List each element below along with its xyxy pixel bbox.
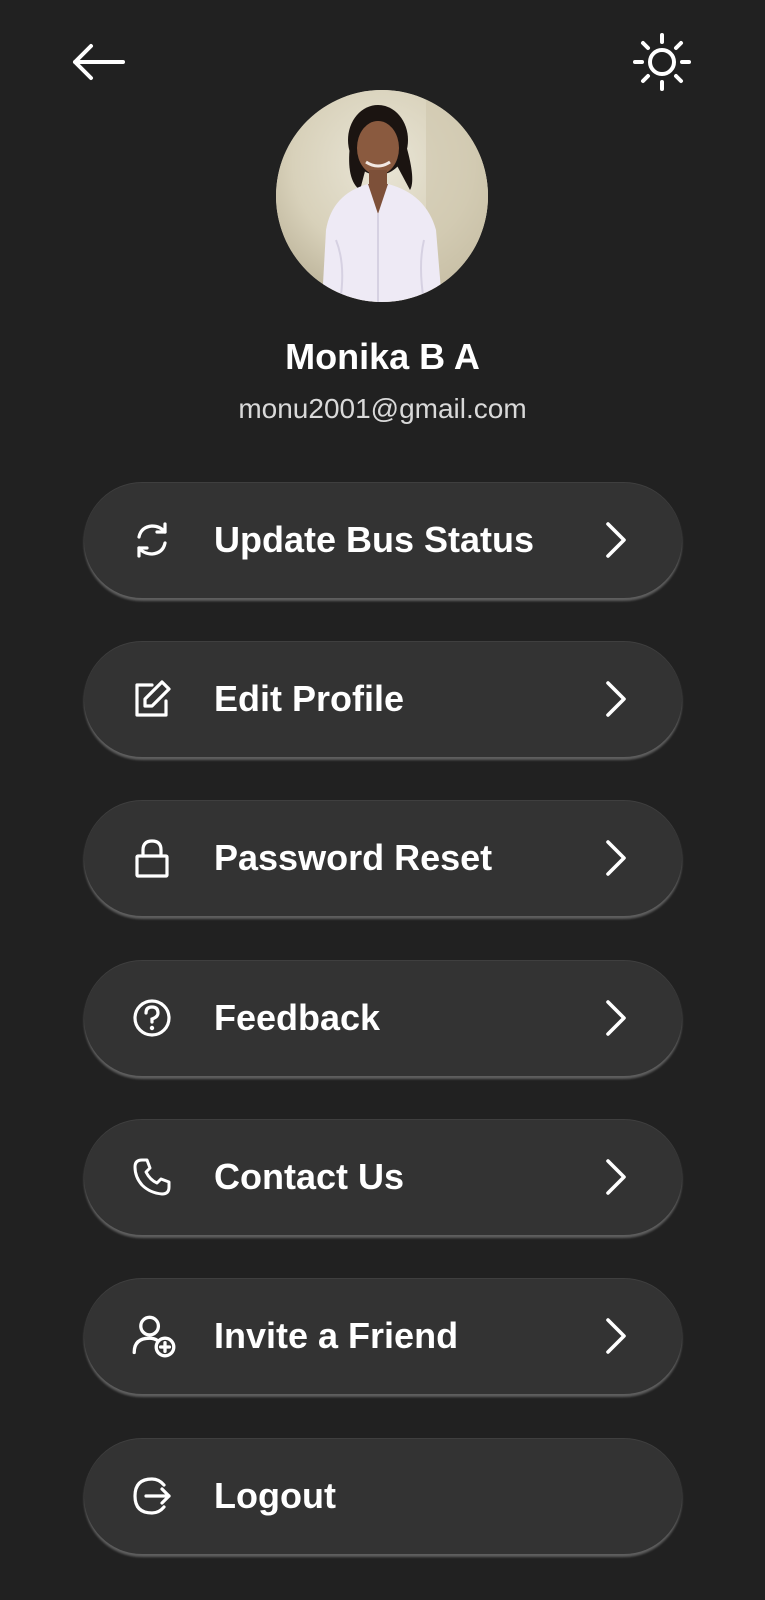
- back-button[interactable]: [66, 34, 130, 90]
- chevron-right-icon: [606, 1159, 626, 1195]
- contact-us-button[interactable]: Contact Us: [84, 1119, 682, 1235]
- avatar-photo: [276, 90, 488, 302]
- menu-item-label: Feedback: [214, 997, 381, 1038]
- invite-friend-button[interactable]: Invite a Friend: [84, 1278, 682, 1394]
- theme-toggle-button[interactable]: [630, 30, 694, 94]
- arrow-left-icon: [73, 44, 125, 80]
- user-email: monu2001@gmail.com: [238, 393, 527, 424]
- chevron-right-icon: [606, 1318, 626, 1354]
- user-name: Monika B A: [285, 336, 480, 377]
- logout-button[interactable]: Logout: [84, 1438, 682, 1554]
- phone-icon: [133, 1158, 171, 1196]
- password-reset-button[interactable]: Password Reset: [84, 800, 682, 916]
- edit-profile-button[interactable]: Edit Profile: [84, 641, 682, 757]
- refresh-icon: [137, 522, 167, 558]
- chevron-right-icon: [606, 522, 626, 558]
- chevron-right-icon: [606, 1000, 626, 1036]
- chevron-right-icon: [606, 840, 626, 876]
- logout-icon: [133, 1477, 171, 1515]
- avatar: [276, 90, 488, 302]
- question-circle-icon: [133, 999, 171, 1037]
- menu-item-label: Edit Profile: [214, 678, 405, 719]
- lock-icon: [135, 839, 169, 878]
- sun-icon: [633, 33, 691, 91]
- menu-item-label: Update Bus Status: [214, 519, 535, 560]
- feedback-button[interactable]: Feedback: [84, 960, 682, 1076]
- add-user-icon: [132, 1315, 176, 1358]
- menu-item-label: Logout: [214, 1475, 336, 1516]
- menu-item-label: Invite a Friend: [214, 1315, 459, 1356]
- edit-icon: [135, 680, 171, 717]
- menu-item-label: Password Reset: [214, 837, 493, 878]
- update-bus-status-button[interactable]: Update Bus Status: [84, 482, 682, 598]
- chevron-right-icon: [606, 681, 626, 717]
- menu-item-label: Contact Us: [214, 1156, 405, 1197]
